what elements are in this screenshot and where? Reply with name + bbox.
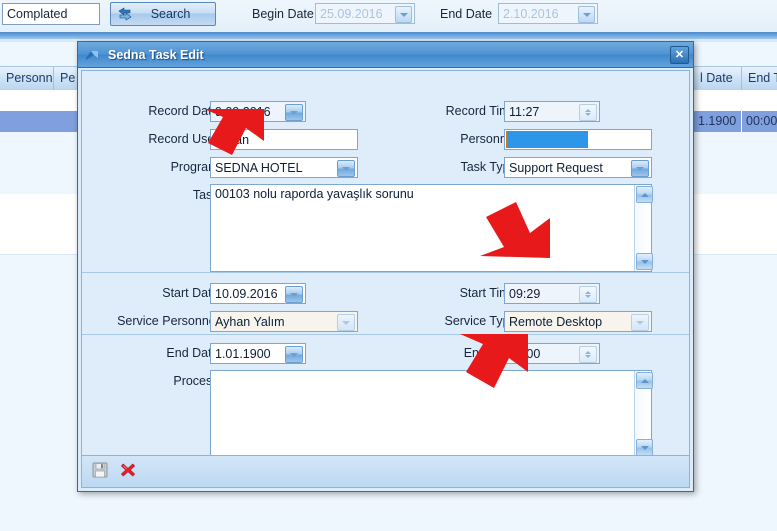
save-floppy-icon[interactable]	[92, 462, 108, 481]
search-button[interactable]: Search	[110, 2, 216, 26]
chevron-up-icon	[585, 291, 591, 294]
service-personnel-label: Service Personnel:	[117, 314, 222, 328]
record-time-value: 11:27	[509, 104, 540, 119]
personnel-input[interactable]	[504, 129, 652, 150]
chevron-down-icon	[640, 259, 649, 264]
chevron-down-icon	[342, 166, 350, 171]
end-time-input[interactable]: 00:00	[504, 343, 600, 364]
chevron-down-icon	[290, 352, 298, 357]
chevron-up-icon	[640, 192, 649, 197]
start-time-value: 09:29	[509, 286, 541, 301]
chevron-down-icon	[290, 110, 298, 115]
record-date-input[interactable]: 9.09.2016	[210, 101, 306, 122]
record-date-dropdown-icon[interactable]	[285, 104, 303, 121]
task-textarea[interactable]: 00103 nolu raporda yavaşlık sorunu	[210, 184, 653, 272]
chevron-down-icon	[399, 12, 408, 17]
toolbar-separator	[0, 32, 777, 39]
task-value: 00103 nolu raporda yavaşlık sorunu	[215, 187, 414, 201]
task-type-select[interactable]: Support Request	[504, 157, 652, 178]
service-type-dropdown-icon[interactable]	[631, 314, 649, 331]
chevron-up-icon	[585, 109, 591, 112]
start-time-input[interactable]: 09:29	[504, 283, 600, 304]
chevron-down-icon	[636, 166, 644, 171]
service-personnel-value: Ayhan Yalım	[215, 314, 285, 329]
start-date-dropdown-icon[interactable]	[285, 286, 303, 303]
cell-end-time: 00:00	[746, 114, 777, 128]
grid-header-end-date[interactable]: l Date	[694, 67, 742, 90]
record-section: Record Date: 9.09.2016 Record Time: 11:2…	[82, 71, 689, 273]
start-date-input[interactable]: 10.09.2016	[210, 283, 306, 304]
end-date-label: End Date	[440, 7, 493, 21]
end-time-spinner[interactable]	[579, 346, 597, 363]
delete-x-icon[interactable]	[120, 462, 136, 481]
chevron-down-icon	[290, 292, 298, 297]
chevron-down-icon	[636, 320, 644, 325]
end-section: End Date: 1.01.1900 End Time: 00:00 Proc…	[82, 335, 689, 467]
task-type-value: Support Request	[509, 160, 603, 175]
chevron-down-icon	[342, 320, 350, 325]
cell-end-date: 1.1900	[694, 111, 742, 132]
task-type-dropdown-icon[interactable]	[631, 160, 649, 177]
record-user-value: ayhan	[215, 132, 250, 147]
end-time-value: 00:00	[509, 346, 541, 361]
chevron-up-icon	[640, 378, 649, 383]
scroll-down-icon[interactable]	[636, 253, 653, 270]
program-select[interactable]: SEDNA HOTEL	[210, 157, 358, 178]
begin-date-dropdown-icon[interactable]	[395, 6, 412, 23]
dialog-title: Sedna Task Edit	[108, 47, 204, 62]
service-type-value: Remote Desktop	[509, 314, 603, 329]
grid-header-end-time[interactable]: End Tim	[742, 67, 777, 90]
task-textarea-scrollbar[interactable]	[634, 185, 653, 271]
dialog-footer-toolbar	[82, 455, 689, 487]
record-date-label: Record Date:	[148, 104, 222, 118]
status-filter-input[interactable]: Complated	[2, 3, 100, 25]
chevron-down-icon	[585, 113, 591, 116]
app-window-icon	[85, 48, 101, 62]
program-dropdown-icon[interactable]	[337, 160, 355, 177]
chevron-down-icon	[585, 295, 591, 298]
program-value: SEDNA HOTEL	[215, 160, 303, 175]
chevron-down-icon	[640, 445, 649, 450]
end-date-dropdown-icon[interactable]	[578, 6, 595, 23]
process-textarea-scrollbar[interactable]	[634, 371, 653, 457]
scroll-up-icon[interactable]	[636, 372, 653, 389]
chevron-up-icon	[585, 351, 591, 354]
end-date-value: 2.10.2016	[503, 6, 559, 21]
close-icon[interactable]: ✕	[670, 46, 689, 64]
chevron-down-icon	[582, 12, 591, 17]
dialog-titlebar[interactable]: Sedna Task Edit ✕	[78, 42, 693, 68]
process-textarea[interactable]	[210, 370, 653, 458]
scroll-up-icon[interactable]	[636, 186, 653, 203]
record-time-spinner[interactable]	[579, 104, 597, 121]
record-user-label: Record User:	[148, 132, 222, 146]
start-section: Start Date: 10.09.2016 Start Time: 09:29…	[82, 273, 689, 335]
dialog-body: Record Date: 9.09.2016 Record Time: 11:2…	[81, 70, 690, 488]
personnel-selection-highlight	[506, 131, 588, 148]
begin-date-value: 25.09.2016	[320, 6, 383, 21]
record-user-input[interactable]: ayhan	[210, 129, 358, 150]
record-time-input[interactable]: 11:27	[504, 101, 600, 122]
record-date-value: 9.09.2016	[215, 104, 271, 119]
scroll-down-icon[interactable]	[636, 439, 653, 456]
search-button-label: Search	[150, 7, 191, 21]
chevron-down-icon	[585, 355, 591, 358]
begin-date-input[interactable]: 25.09.2016	[315, 3, 415, 24]
top-toolbar: Complated Search Begin Date 25.09.2016 E…	[0, 0, 777, 32]
end-date-value: 1.01.1900	[215, 346, 271, 361]
refresh-icon	[116, 6, 134, 22]
start-date-value: 10.09.2016	[215, 286, 278, 301]
grid-header-personnel[interactable]: Personnel	[0, 67, 54, 90]
end-date-input[interactable]: 1.01.1900	[210, 343, 306, 364]
service-type-select[interactable]: Remote Desktop	[504, 311, 652, 332]
end-date-input[interactable]: 2.10.2016	[498, 3, 598, 24]
end-date-dropdown-icon[interactable]	[285, 346, 303, 363]
service-personnel-select[interactable]: Ayhan Yalım	[210, 311, 358, 332]
service-personnel-dropdown-icon[interactable]	[337, 314, 355, 331]
begin-date-label: Begin Date	[252, 7, 314, 21]
sedna-task-edit-dialog: Sedna Task Edit ✕ Record Date: 9.09.2016…	[77, 41, 694, 492]
start-time-spinner[interactable]	[579, 286, 597, 303]
